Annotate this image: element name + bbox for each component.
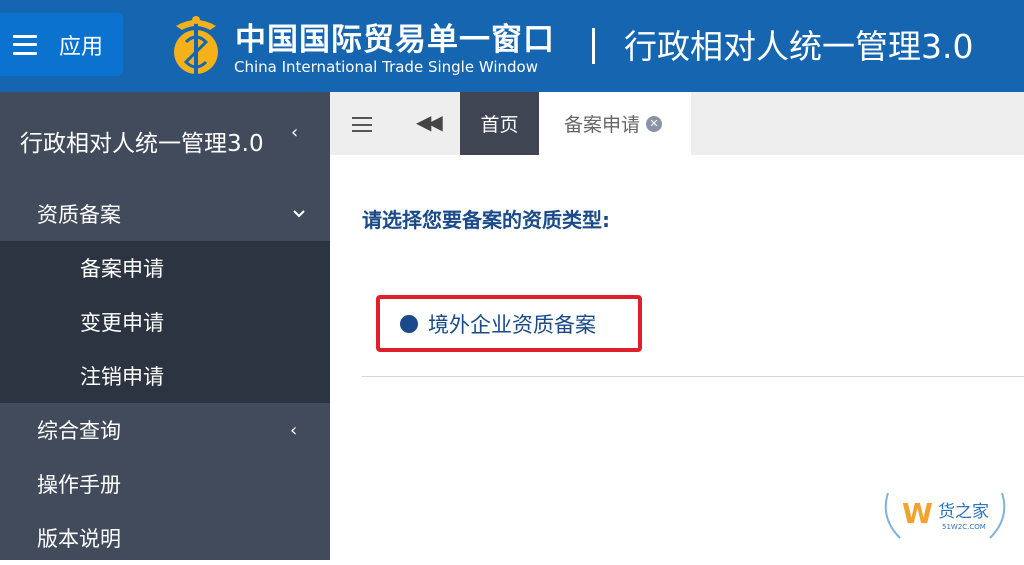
app-button-label: 应用 <box>59 34 104 60</box>
tab-home[interactable]: 首页 <box>460 92 539 155</box>
sidebar-item-filing-application[interactable]: 备案申请 <box>0 241 330 295</box>
emblem-icon <box>174 16 218 76</box>
svg-text:W: W <box>902 497 933 530</box>
close-circle-icon[interactable]: ✕ <box>646 115 663 132</box>
sidebar-item-change-application[interactable]: 变更申请 <box>0 295 330 349</box>
radio-dot-icon[interactable] <box>400 314 418 333</box>
page-prompt: 请选择您要备案的资质类型: <box>362 208 610 232</box>
header-separator <box>592 28 595 64</box>
tab-label: 备案申请 <box>564 114 641 136</box>
sidebar-item-label: 资质备案 <box>37 203 121 227</box>
option-overseas-enterprise-filing[interactable]: 境外企业资质备案 <box>376 295 642 352</box>
toggle-sidebar-icon[interactable] <box>352 117 372 132</box>
chevron-left-icon: ‹ <box>290 419 298 441</box>
brand-title-cn: 中国国际贸易单一窗口 <box>235 22 555 58</box>
tab-label: 首页 <box>480 114 519 136</box>
sidebar-item-label: 变更申请 <box>80 311 164 335</box>
tab-filing-application[interactable]: 备案申请 ✕ <box>539 92 691 155</box>
watermark-main: 货之家 <box>938 502 989 522</box>
brand-title-en: China International Trade Single Window <box>234 58 538 76</box>
sidebar-item-label: 综合查询 <box>37 419 121 443</box>
tab-bar: ◀◀ 首页 备案申请 ✕ <box>330 92 1024 155</box>
sidebar-item-query[interactable]: 综合查询 ‹ <box>0 403 330 457</box>
sidebar-item-qualification-filing[interactable]: 资质备案 <box>0 187 330 241</box>
sidebar-item-manual[interactable]: 操作手册 <box>0 457 330 511</box>
chevron-down-icon <box>293 210 305 218</box>
sidebar-item-label: 备案申请 <box>80 257 164 281</box>
sidebar-item-release-notes[interactable]: 版本说明 <box>0 511 330 565</box>
menu-icon <box>13 34 37 55</box>
top-header: 应用 中国国际贸易单一窗口 China International Trade … <box>0 0 1024 92</box>
sidebar-item-label: 注销申请 <box>80 365 164 389</box>
sidebar-item-label: 操作手册 <box>37 473 121 497</box>
option-label[interactable]: 境外企业资质备案 <box>428 309 596 339</box>
sidebar-item-cancel-application[interactable]: 注销申请 <box>0 349 330 403</box>
sidebar-title: 行政相对人统一管理3.0 <box>20 131 264 157</box>
content-divider <box>362 376 1024 377</box>
app-menu-button[interactable]: 应用 <box>0 13 123 76</box>
chevron-left-icon[interactable]: ‹ <box>291 122 298 143</box>
sidebar: 行政相对人统一管理3.0 ‹ 资质备案 备案申请 变更申请 注销申请 综合查询 … <box>0 92 330 560</box>
system-title: 行政相对人统一管理3.0 <box>624 27 974 66</box>
sidebar-item-label: 版本说明 <box>37 527 121 551</box>
double-left-icon[interactable]: ◀◀ <box>416 110 443 134</box>
watermark-sub: 51W2C.COM <box>942 523 986 531</box>
watermark-logo: W 货之家 51W2C.COM <box>884 492 1006 539</box>
submenu: 备案申请 变更申请 注销申请 <box>0 241 330 403</box>
